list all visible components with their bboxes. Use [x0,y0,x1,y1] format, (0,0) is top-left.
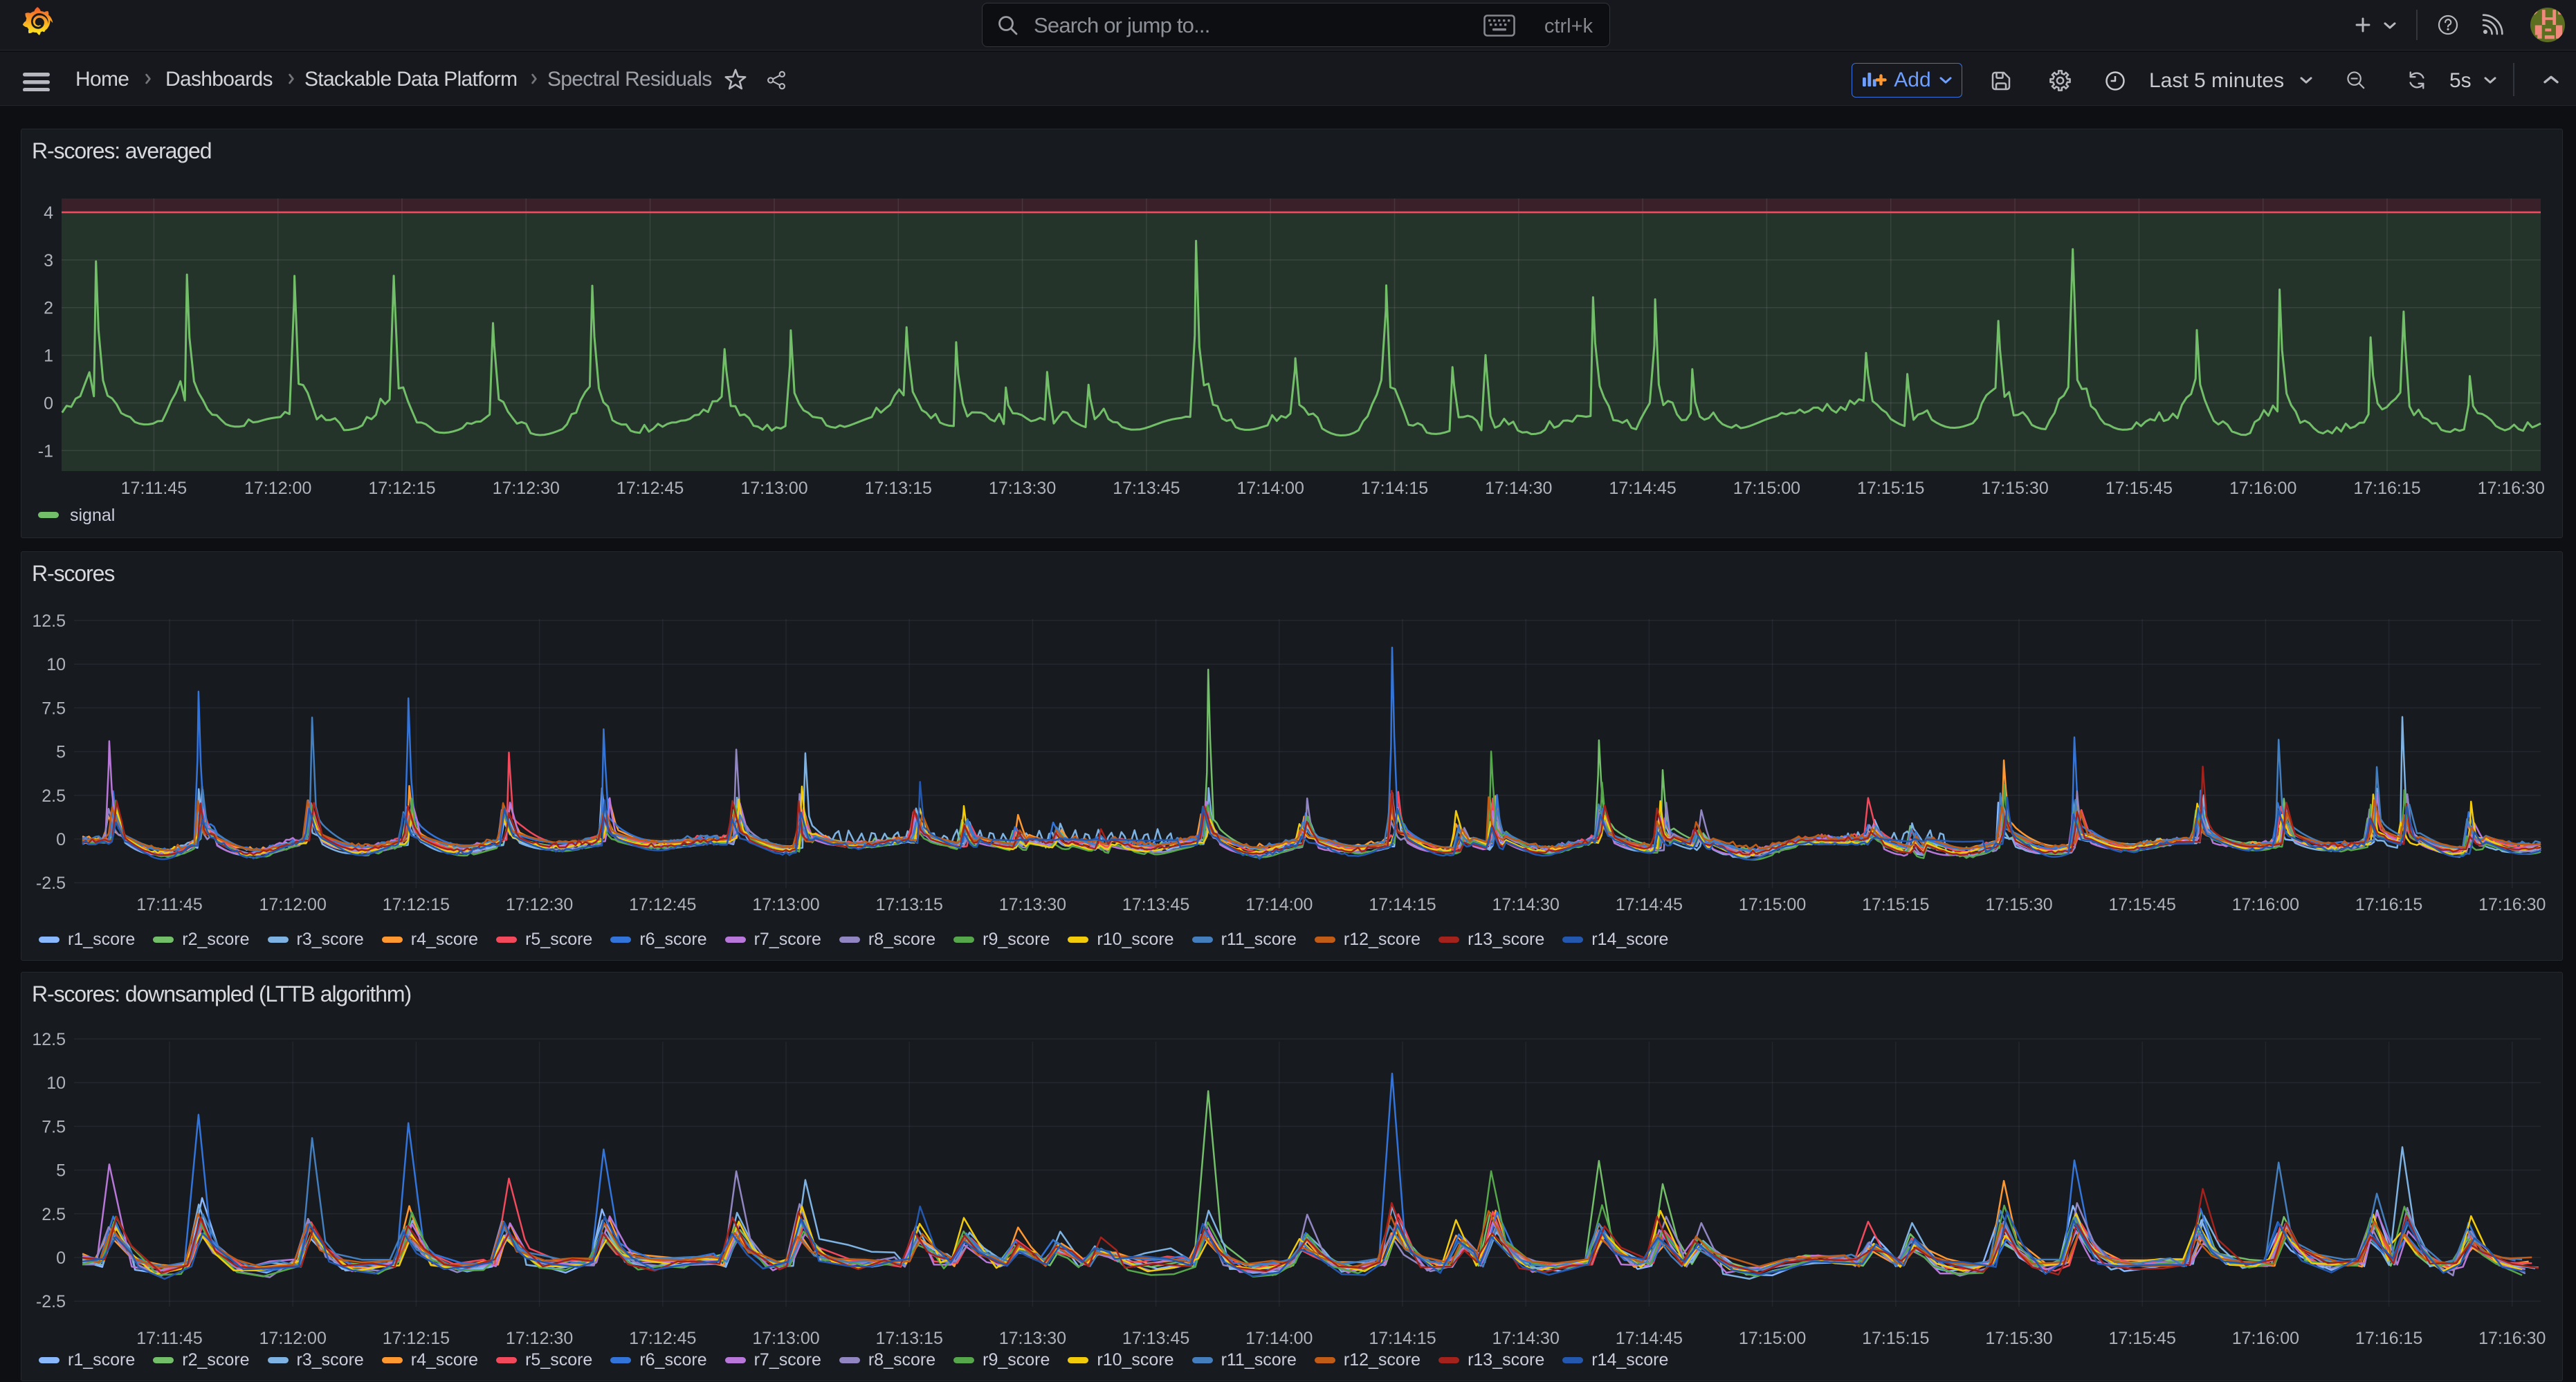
svg-text:10: 10 [46,1074,66,1093]
svg-text:17:16:00: 17:16:00 [2232,895,2299,914]
svg-text:5: 5 [56,1161,66,1181]
svg-text:17:12:30: 17:12:30 [506,1329,573,1348]
svg-text:17:12:15: 17:12:15 [383,895,450,914]
svg-text:17:16:15: 17:16:15 [2353,479,2420,498]
svg-text:10: 10 [46,655,66,674]
svg-text:2.5: 2.5 [42,1205,66,1224]
svg-text:17:12:45: 17:12:45 [629,895,696,914]
svg-text:17:15:00: 17:15:00 [1739,895,1806,914]
svg-text:17:13:30: 17:13:30 [999,1329,1066,1348]
svg-text:17:12:15: 17:12:15 [368,479,435,498]
svg-text:signal: signal [70,506,115,525]
svg-text:17:15:00: 17:15:00 [1739,1329,1806,1348]
svg-text:17:14:00: 17:14:00 [1245,1329,1313,1348]
svg-text:17:13:45: 17:13:45 [1122,895,1189,914]
svg-text:17:13:00: 17:13:00 [740,479,807,498]
svg-text:17:12:00: 17:12:00 [244,479,311,498]
svg-text:17:13:00: 17:13:00 [752,895,819,914]
svg-text:17:15:45: 17:15:45 [2109,895,2176,914]
svg-text:17:14:30: 17:14:30 [1485,479,1552,498]
svg-text:17:13:30: 17:13:30 [989,479,1056,498]
svg-text:2: 2 [44,299,53,318]
svg-text:7.5: 7.5 [42,1117,66,1136]
svg-text:17:12:00: 17:12:00 [259,1329,327,1348]
svg-text:17:13:00: 17:13:00 [752,1329,819,1348]
svg-text:17:11:45: 17:11:45 [136,895,202,914]
svg-text:17:16:30: 17:16:30 [2478,1329,2546,1348]
svg-text:17:11:45: 17:11:45 [121,479,187,498]
svg-text:7.5: 7.5 [42,699,66,718]
svg-text:17:13:15: 17:13:15 [876,1329,943,1348]
svg-text:17:15:15: 17:15:15 [1862,1329,1929,1348]
svg-text:1: 1 [44,347,53,366]
svg-text:17:12:15: 17:12:15 [383,1329,450,1348]
svg-text:17:14:45: 17:14:45 [1616,895,1683,914]
svg-text:17:13:30: 17:13:30 [999,895,1066,914]
svg-text:17:16:00: 17:16:00 [2229,479,2296,498]
svg-text:-2.5: -2.5 [36,874,66,893]
svg-text:17:14:15: 17:14:15 [1369,895,1436,914]
svg-text:17:14:30: 17:14:30 [1492,1329,1560,1348]
svg-text:17:11:45: 17:11:45 [136,1329,202,1348]
svg-text:12.5: 12.5 [32,1030,66,1049]
svg-text:17:16:30: 17:16:30 [2478,479,2545,498]
svg-text:17:15:30: 17:15:30 [1985,895,2052,914]
svg-text:0: 0 [56,1249,66,1268]
svg-text:0: 0 [44,394,53,414]
svg-text:17:15:15: 17:15:15 [1857,479,1924,498]
svg-text:4: 4 [44,203,53,223]
svg-text:17:14:00: 17:14:00 [1237,479,1304,498]
svg-text:-2.5: -2.5 [36,1292,66,1311]
svg-text:17:15:00: 17:15:00 [1733,479,1800,498]
svg-text:0: 0 [56,830,66,849]
svg-text:17:14:00: 17:14:00 [1245,895,1313,914]
svg-text:17:16:15: 17:16:15 [2355,1329,2422,1348]
svg-text:17:13:15: 17:13:15 [876,895,943,914]
svg-text:17:15:45: 17:15:45 [2109,1329,2176,1348]
svg-text:17:12:45: 17:12:45 [616,479,684,498]
svg-text:17:12:00: 17:12:00 [259,895,327,914]
svg-text:3: 3 [44,251,53,270]
svg-text:17:16:15: 17:16:15 [2355,895,2422,914]
svg-text:17:15:30: 17:15:30 [1981,479,2048,498]
svg-text:-1: -1 [38,441,53,461]
svg-text:17:12:30: 17:12:30 [493,479,560,498]
svg-text:17:16:30: 17:16:30 [2478,895,2546,914]
svg-text:17:12:45: 17:12:45 [629,1329,696,1348]
svg-text:17:13:45: 17:13:45 [1113,479,1180,498]
svg-text:17:13:45: 17:13:45 [1122,1329,1189,1348]
svg-text:17:15:15: 17:15:15 [1862,895,1929,914]
svg-text:17:14:45: 17:14:45 [1616,1329,1683,1348]
svg-text:17:15:30: 17:15:30 [1985,1329,2052,1348]
svg-text:17:14:15: 17:14:15 [1369,1329,1436,1348]
svg-text:12.5: 12.5 [32,611,66,631]
svg-text:17:14:45: 17:14:45 [1609,479,1676,498]
svg-text:2.5: 2.5 [42,786,66,806]
svg-text:17:16:00: 17:16:00 [2232,1329,2299,1348]
svg-text:5: 5 [56,743,66,762]
svg-text:17:15:45: 17:15:45 [2105,479,2173,498]
svg-text:17:14:15: 17:14:15 [1361,479,1428,498]
svg-text:17:13:15: 17:13:15 [865,479,932,498]
svg-text:17:12:30: 17:12:30 [506,895,573,914]
svg-text:17:14:30: 17:14:30 [1492,895,1560,914]
